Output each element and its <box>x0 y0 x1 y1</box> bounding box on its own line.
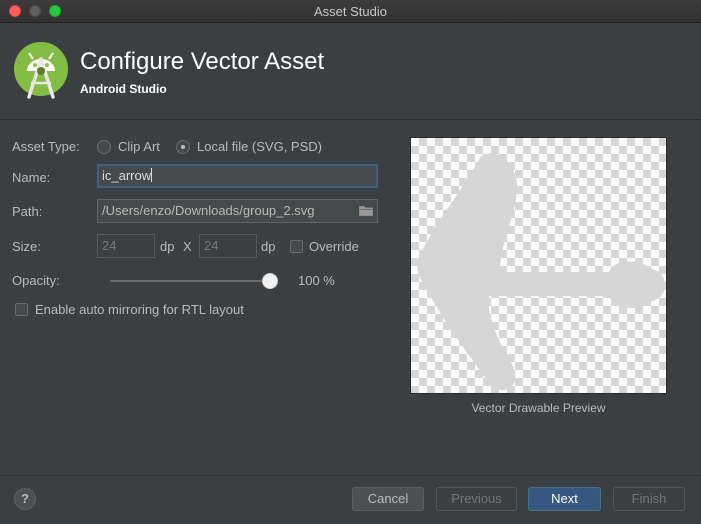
finish-button[interactable]: Finish <box>613 487 685 511</box>
width-unit: dp <box>160 239 175 254</box>
folder-icon[interactable] <box>359 205 373 216</box>
text-caret <box>151 168 153 182</box>
opacity-label: Opacity: <box>12 273 60 288</box>
footer-divider <box>0 475 701 476</box>
path-input-value: /Users/enzo/Downloads/group_2.svg <box>102 203 315 218</box>
clip-art-radio-label[interactable]: Clip Art <box>118 139 160 154</box>
size-label: Size: <box>12 239 41 254</box>
local-file-radio-label[interactable]: Local file (SVG, PSD) <box>197 139 322 154</box>
local-file-radio[interactable] <box>176 140 190 154</box>
clip-art-radio[interactable] <box>97 140 111 154</box>
opacity-slider-track[interactable] <box>110 280 270 282</box>
android-studio-logo-icon <box>14 42 68 99</box>
override-label[interactable]: Override <box>309 239 359 254</box>
opacity-value: 100 % <box>298 273 335 288</box>
opacity-slider-handle[interactable] <box>262 273 278 289</box>
size-separator: X <box>183 239 192 254</box>
dialog-title: Configure Vector Asset <box>80 48 325 75</box>
height-input[interactable]: 24 <box>199 234 257 258</box>
asset-type-label: Asset Type: <box>12 139 80 154</box>
name-input-value: ic_arrow <box>102 168 152 183</box>
name-label: Name: <box>12 170 51 185</box>
preview-caption: Vector Drawable Preview <box>471 401 606 415</box>
arrow-preview-icon <box>417 153 665 391</box>
dialog-header: Configure Vector Asset Android Studio <box>0 23 701 120</box>
help-icon[interactable]: ? <box>14 488 36 510</box>
path-input[interactable]: /Users/enzo/Downloads/group_2.svg <box>97 199 378 223</box>
width-input[interactable]: 24 <box>97 234 155 258</box>
window-title: Asset Studio <box>314 4 387 19</box>
title-bar: Asset Studio <box>0 0 701 23</box>
rtl-mirroring-label[interactable]: Enable auto mirroring for RTL layout <box>35 302 244 317</box>
previous-button[interactable]: Previous <box>436 487 517 511</box>
height-unit: dp <box>261 239 276 254</box>
name-input[interactable]: ic_arrow <box>97 164 378 188</box>
dialog-subtitle: Android Studio <box>80 82 167 96</box>
path-label: Path: <box>12 204 43 219</box>
rtl-mirroring-checkbox[interactable] <box>15 303 28 316</box>
cancel-button[interactable]: Cancel <box>352 487 424 511</box>
vector-preview <box>410 137 667 394</box>
next-button[interactable]: Next <box>528 487 601 511</box>
override-checkbox[interactable] <box>290 240 303 253</box>
